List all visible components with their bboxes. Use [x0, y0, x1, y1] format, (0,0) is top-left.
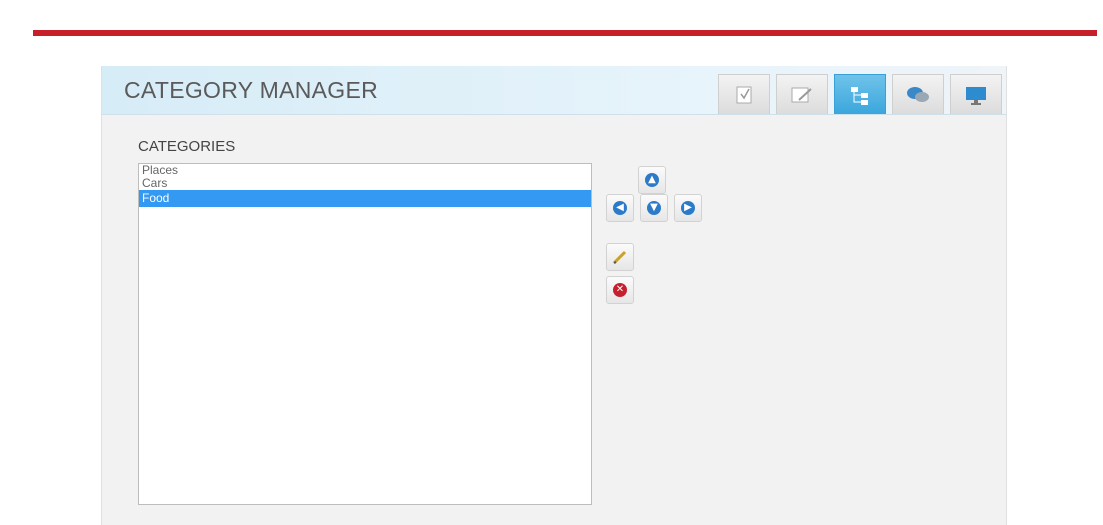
move-down-button[interactable]: ▼ [640, 194, 668, 222]
category-listbox[interactable]: Places Cars Food [138, 163, 592, 505]
up-arrow-icon: ▲ [645, 173, 659, 187]
down-arrow-icon: ▼ [647, 201, 661, 215]
chat-bubbles-icon [907, 86, 929, 102]
list-item[interactable]: Cars [139, 177, 591, 190]
hierarchy-icon [851, 86, 868, 105]
delete-x-icon: ✕ [613, 283, 627, 297]
list-item[interactable]: Places [139, 164, 591, 177]
top-red-divider [33, 30, 1097, 36]
monitor-icon [966, 86, 986, 105]
move-left-button[interactable]: ◀ [606, 194, 634, 222]
move-up-button[interactable]: ▲ [638, 166, 666, 194]
tab-checklist[interactable] [718, 74, 770, 114]
tab-chat[interactable] [892, 74, 944, 114]
categories-label: CATEGORIES [138, 138, 236, 155]
right-arrow-icon: ▶ [681, 201, 695, 215]
page-title: CATEGORY MANAGER [124, 77, 379, 103]
delete-button[interactable]: ✕ [606, 276, 634, 304]
list-item[interactable]: Food [139, 190, 591, 207]
edit-button[interactable] [606, 243, 634, 271]
tab-bar [712, 74, 1002, 114]
tab-edit-document[interactable] [776, 74, 828, 114]
panel-header: CATEGORY MANAGER [102, 66, 1006, 115]
checklist-icon [736, 86, 752, 103]
pencil-icon [612, 250, 627, 265]
category-manager-panel: CATEGORY MANAGER CATEGORIES Places Cars … [101, 66, 1007, 525]
edit-document-icon [791, 87, 812, 102]
left-arrow-icon: ◀ [613, 201, 627, 215]
tab-hierarchy[interactable] [834, 74, 886, 114]
tab-monitor[interactable] [950, 74, 1002, 114]
move-right-button[interactable]: ▶ [674, 194, 702, 222]
